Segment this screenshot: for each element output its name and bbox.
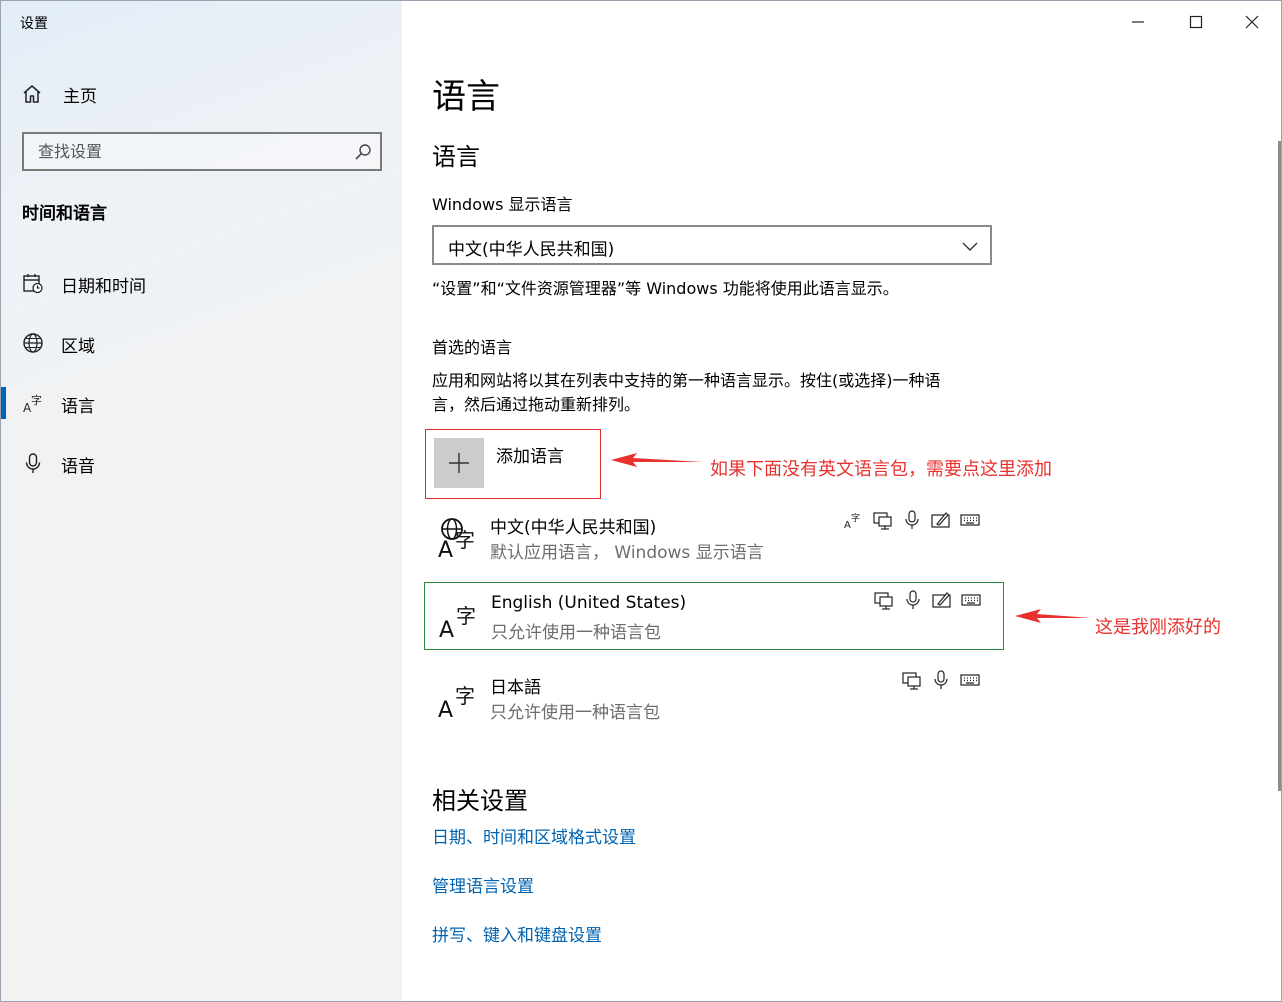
language-name: English (United States) [491, 593, 687, 613]
language-sub: 默认应用语言， Windows 显示语言 [490, 543, 764, 563]
plus-icon [449, 453, 469, 473]
search-box[interactable] [22, 132, 382, 171]
sidebar-item-date-time[interactable]: 日期和时间 [1, 261, 402, 305]
preferred-languages-desc-2: 言，然后通过拖动重新排列。 [432, 395, 641, 414]
keyboard-icon [960, 674, 980, 686]
related-settings-title: 相关设置 [432, 787, 528, 815]
home-icon [23, 85, 41, 103]
sidebar-item-label: 语音 [61, 457, 95, 477]
svg-text:A: A [438, 698, 453, 719]
home-label: 主页 [63, 86, 97, 107]
sidebar-item-region[interactable]: 区域 [1, 321, 402, 365]
language-sub: 只允许使用一种语言包 [491, 623, 661, 643]
sidebar-section-title: 时间和语言 [22, 204, 107, 224]
active-indicator [1, 387, 6, 419]
preferred-languages-desc-1: 应用和网站将以其在列表中支持的第一种语言显示。按住(或选择)一种语 [432, 371, 941, 390]
add-language-label: 添加语言 [496, 447, 564, 467]
section-title-language: 语言 [432, 143, 480, 171]
display-language-note: “设置”和“文件资源管理器”等 Windows 功能将使用此语言显示。 [432, 279, 899, 298]
annotation-added-hint: 这是我刚添好的 [1095, 617, 1221, 638]
calendar-clock-icon [23, 274, 43, 294]
main-content: 语言 语言 Windows 显示语言 中文(中华人民共和国) “设置”和“文件资… [402, 1, 1281, 1001]
svg-text:字: 字 [455, 684, 475, 708]
text-to-speech-icon [902, 672, 921, 690]
display-language-dropdown[interactable]: 中文(中华人民共和国) [432, 225, 992, 265]
language-name: 日本語 [490, 678, 541, 698]
speech-icon [934, 670, 948, 689]
handwriting-icon [932, 592, 951, 608]
sidebar-item-label: 日期和时间 [61, 277, 146, 297]
globe-icon [23, 333, 43, 353]
microphone-icon [25, 453, 41, 473]
text-to-speech-icon [873, 512, 892, 530]
page-title: 语言 [432, 77, 500, 117]
keyboard-icon [960, 514, 980, 526]
sidebar-item-label: 区域 [61, 337, 95, 357]
plus-box [434, 438, 484, 488]
search-icon[interactable] [354, 143, 372, 161]
language-sub: 只允许使用一种语言包 [490, 703, 660, 723]
svg-text:字: 字 [455, 528, 475, 552]
language-item-en-us[interactable]: A 字 English (United States) 只允许使用一种语言包 [424, 582, 1004, 650]
svg-text:A: A [439, 618, 454, 639]
svg-text:字: 字 [31, 393, 42, 407]
language-item-ja[interactable]: A 字 日本語 只允许使用一种语言包 [424, 663, 1004, 731]
annotation-add-hint: 如果下面没有英文语言包，需要点这里添加 [710, 459, 1052, 480]
preferred-languages-title: 首选的语言 [432, 338, 513, 357]
chevron-down-icon [962, 242, 978, 251]
svg-text:字: 字 [851, 512, 860, 524]
link-date-time-region-format[interactable]: 日期、时间和区域格式设置 [432, 823, 636, 848]
home-button[interactable]: 主页 [21, 79, 381, 109]
sidebar: 设置 主页 时间和语言 日期和时间 [1, 1, 402, 1001]
svg-text:A: A [844, 520, 851, 530]
display-language-label: Windows 显示语言 [432, 195, 573, 214]
link-manage-language-settings[interactable]: 管理语言设置 [432, 872, 534, 897]
speech-icon [905, 510, 919, 529]
annotation-arrow-added [1015, 609, 1091, 623]
sidebar-item-label: 语言 [61, 397, 95, 417]
link-spelling-typing-keyboard[interactable]: 拼写、键入和键盘设置 [432, 921, 602, 946]
annotation-arrow-add [611, 453, 703, 467]
text-to-speech-icon [874, 592, 893, 610]
svg-text:字: 字 [456, 604, 476, 628]
display-language-globe-icon: A 字 [438, 518, 475, 559]
scrollbar[interactable] [1278, 141, 1281, 791]
app-title: 设置 [20, 16, 48, 32]
display-language-value: 中文(中华人民共和国) [448, 240, 615, 260]
display-language-icon: A 字 [844, 512, 860, 530]
sidebar-item-language[interactable]: A 字 语言 [1, 381, 402, 425]
search-input[interactable] [24, 134, 380, 169]
sidebar-item-speech[interactable]: 语音 [1, 441, 402, 485]
speech-icon [906, 590, 920, 609]
settings-window: 设置 主页 时间和语言 日期和时间 [0, 0, 1282, 1002]
svg-text:A: A [438, 538, 453, 559]
language-icon: A 字 [23, 393, 42, 414]
language-pack-icon: A 字 [439, 604, 476, 639]
handwriting-icon [931, 512, 950, 528]
keyboard-icon [961, 594, 981, 606]
add-language-button[interactable]: 添加语言 [425, 429, 601, 499]
language-name: 中文(中华人民共和国) [490, 518, 657, 538]
language-pack-icon: A 字 [438, 684, 475, 719]
language-item-zh-cn[interactable]: A 字 中文(中华人民共和国) 默认应用语言， Windows 显示语言 A 字 [424, 503, 1004, 571]
